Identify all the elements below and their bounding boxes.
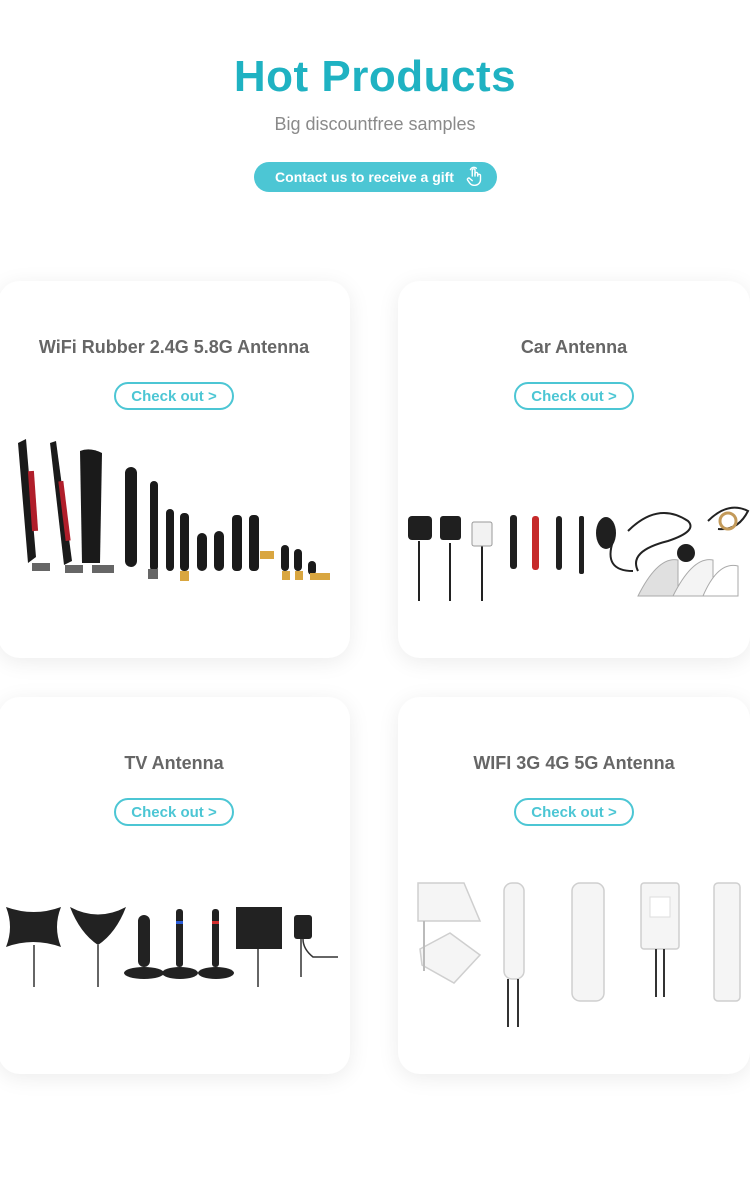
car-antenna-image [408, 506, 750, 601]
card-title: TV Antenna [124, 753, 224, 773]
wifi-rubber-antenna-image [18, 439, 330, 581]
page-subtitle: Big discountfree samples [274, 114, 476, 134]
tv-antenna-image [6, 907, 338, 987]
card-title: Car Antenna [520, 337, 628, 357]
product-card-tv-antenna[interactable]: TV Antenna Check out > [0, 697, 350, 1074]
contact-gift-button[interactable]: Contact us to receive a gift [254, 162, 497, 192]
check-out-button[interactable]: Check out > [514, 382, 634, 410]
page-title: Hot Products [233, 52, 517, 101]
product-card-wifi-rubber[interactable]: WiFi Rubber 2.4G 5.8G Antenna Check out … [0, 281, 350, 658]
check-out-button[interactable]: Check out > [514, 798, 634, 826]
card-title: WiFi Rubber 2.4G 5.8G Antenna [38, 337, 310, 357]
cellular-antenna-image [417, 882, 741, 1027]
contact-gift-label: Contact us to receive a gift [275, 169, 454, 185]
product-card-cellular-antenna[interactable]: WIFI 3G 4G 5G Antenna Check out > [398, 697, 750, 1074]
check-out-button[interactable]: Check out > [114, 382, 234, 410]
card-title: WIFI 3G 4G 5G Antenna [473, 753, 675, 773]
hand-pointer-icon [466, 166, 482, 186]
check-out-button[interactable]: Check out > [114, 798, 234, 826]
product-card-car-antenna[interactable]: Car Antenna Check out > [398, 281, 750, 658]
